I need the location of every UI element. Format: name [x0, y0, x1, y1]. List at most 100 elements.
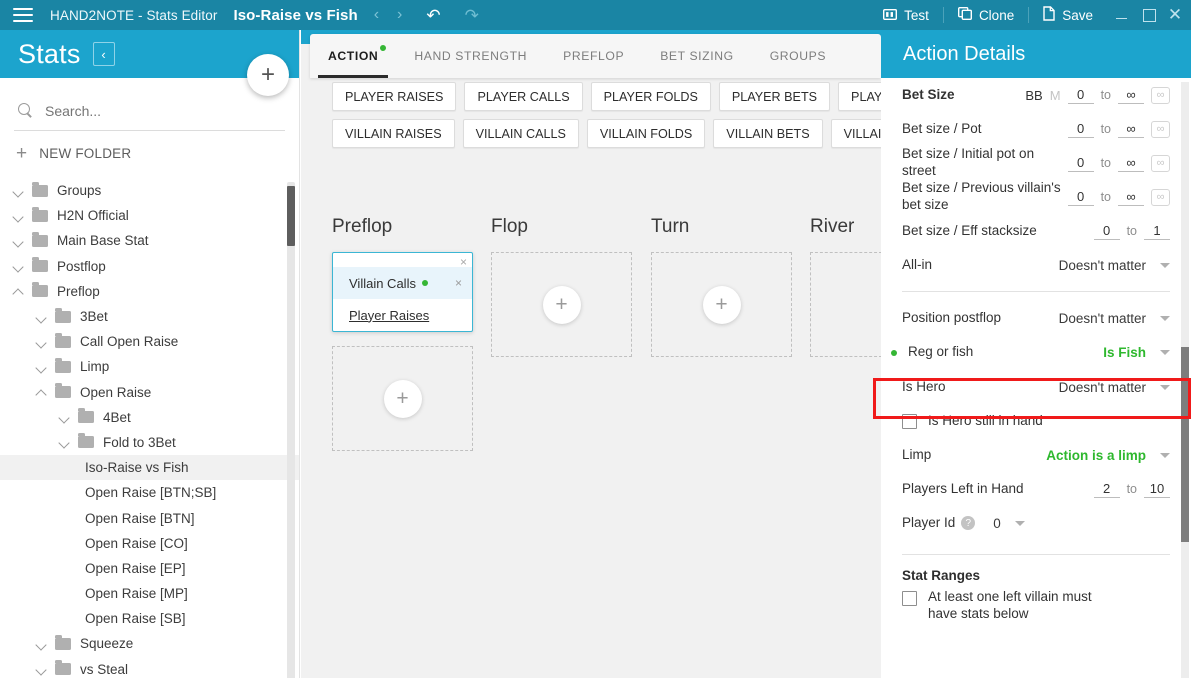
- action-item-villain-calls[interactable]: Villain Calls ×: [333, 267, 472, 299]
- tab-action[interactable]: ACTION: [310, 34, 396, 78]
- action-button-villain-folds[interactable]: VILLAIN FOLDS: [586, 119, 706, 148]
- remove-action-icon[interactable]: ×: [455, 276, 462, 290]
- chevron-down-icon[interactable]: [12, 184, 26, 198]
- nav-forward-icon[interactable]: ›: [397, 7, 402, 23]
- river-dropzone[interactable]: [810, 252, 881, 357]
- select-value[interactable]: Doesn't matter: [1059, 311, 1146, 326]
- chevron-down-icon[interactable]: [12, 209, 26, 223]
- new-folder-button[interactable]: + NEW FOLDER: [0, 137, 299, 169]
- range-min-input[interactable]: 2: [1093, 481, 1120, 498]
- select-value[interactable]: Doesn't matter: [1059, 380, 1146, 395]
- range-min-input[interactable]: 0: [1067, 189, 1094, 206]
- tree-item-postflop[interactable]: Postflop: [0, 254, 299, 279]
- range-max-input[interactable]: ∞: [1118, 155, 1144, 172]
- add-action-button[interactable]: +: [383, 379, 422, 418]
- tree-item-open-raise[interactable]: Open Raise: [0, 380, 299, 405]
- chevron-down-icon[interactable]: [1014, 520, 1025, 526]
- range-max-input[interactable]: ∞: [1118, 87, 1144, 104]
- range-max-input[interactable]: ∞: [1118, 189, 1144, 206]
- chevron-down-icon[interactable]: [1160, 384, 1170, 390]
- chevron-down-icon[interactable]: [58, 435, 72, 449]
- tree-item-main-base-stat[interactable]: Main Base Stat: [0, 228, 299, 253]
- infinity-toggle-button[interactable]: ∞: [1151, 154, 1170, 172]
- select-value[interactable]: Is Fish: [1103, 345, 1146, 360]
- search-input[interactable]: [45, 102, 245, 119]
- tree-item-groups[interactable]: Groups: [0, 178, 299, 203]
- action-item-player-raises[interactable]: Player Raises: [333, 299, 472, 331]
- range-min-input[interactable]: 0: [1067, 121, 1094, 138]
- tree-item-4bet[interactable]: 4Bet: [0, 405, 299, 430]
- window-minimize-button[interactable]: [1107, 0, 1135, 30]
- chevron-down-icon[interactable]: [1160, 452, 1170, 458]
- action-button-villain-calls[interactable]: VILLAIN CALLS: [462, 119, 579, 148]
- chevron-down-icon[interactable]: [1160, 315, 1170, 321]
- range-max-input[interactable]: ∞: [1118, 121, 1144, 138]
- chevron-down-icon[interactable]: [35, 662, 49, 676]
- infinity-toggle-button[interactable]: ∞: [1151, 120, 1170, 138]
- chevron-down-icon[interactable]: [12, 259, 26, 273]
- action-button-villain-raises[interactable]: VILLAIN RAISES: [332, 119, 455, 148]
- tree-item-squeeze[interactable]: Squeeze: [0, 631, 299, 656]
- scrollbar-thumb[interactable]: [1181, 347, 1189, 542]
- tree-item-3bet[interactable]: 3Bet: [0, 304, 299, 329]
- range-min-input[interactable]: 0: [1093, 223, 1120, 240]
- chevron-up-icon[interactable]: [12, 284, 26, 298]
- undo-icon[interactable]: ↶: [426, 7, 440, 24]
- panel-scrollbar[interactable]: [1181, 82, 1189, 678]
- tree-item-vs-steal[interactable]: vs Steal: [0, 657, 299, 678]
- scrollbar-thumb[interactable]: [287, 186, 295, 246]
- range-max-input[interactable]: 10: [1144, 481, 1170, 498]
- nav-back-icon[interactable]: ‹: [374, 7, 379, 23]
- select-value[interactable]: Action is a limp: [1046, 448, 1146, 463]
- infinity-toggle-button[interactable]: ∞: [1151, 86, 1170, 104]
- checkbox-is-hero-still-in-hand[interactable]: [902, 413, 917, 429]
- range-max-input[interactable]: 1: [1144, 223, 1170, 240]
- tree-item-open-raise-btn[interactable]: Open Raise [BTN]: [0, 505, 299, 530]
- action-button-villain-checks[interactable]: VILLAIN CHECKS: [830, 119, 881, 148]
- tab-hand-strength[interactable]: HAND STRENGTH: [396, 34, 545, 78]
- flop-dropzone[interactable]: +: [491, 252, 632, 357]
- select-value[interactable]: Doesn't matter: [1059, 258, 1146, 273]
- tree-item-preflop[interactable]: Preflop: [0, 279, 299, 304]
- action-button-villain-bets[interactable]: VILLAIN BETS: [713, 119, 823, 148]
- sidebar-collapse-button[interactable]: ‹: [92, 42, 115, 66]
- chevron-down-icon[interactable]: [35, 360, 49, 374]
- tree-item-limp[interactable]: Limp: [0, 354, 299, 379]
- chevron-down-icon[interactable]: [58, 410, 72, 424]
- tree-item-open-raise-sb[interactable]: Open Raise [SB]: [0, 606, 299, 631]
- action-button-player-folds[interactable]: PLAYER FOLDS: [590, 82, 711, 111]
- redo-icon[interactable]: ↷: [465, 7, 479, 24]
- clone-button[interactable]: Clone: [944, 0, 1028, 30]
- action-button-player-bets[interactable]: PLAYER BETS: [718, 82, 831, 111]
- chevron-down-icon[interactable]: [35, 335, 49, 349]
- window-close-button[interactable]: ✕: [1163, 0, 1191, 30]
- action-button-player-calls[interactable]: PLAYER CALLS: [464, 82, 583, 111]
- action-button-player-raises[interactable]: PLAYER RAISES: [332, 82, 457, 111]
- tree-item-call-open-raise[interactable]: Call Open Raise: [0, 329, 299, 354]
- checkbox-at-least-one-left-villain[interactable]: [902, 591, 917, 606]
- unit-toggle-bb[interactable]: BB: [1025, 88, 1042, 103]
- chevron-down-icon[interactable]: [1160, 262, 1170, 268]
- sidebar-scrollbar[interactable]: [287, 182, 295, 678]
- tree-item-open-raise-btn-sb[interactable]: Open Raise [BTN;SB]: [0, 480, 299, 505]
- action-button-player-checks[interactable]: PLAYER CHECKS: [838, 82, 881, 111]
- tab-groups[interactable]: GROUPS: [752, 34, 844, 78]
- chevron-down-icon[interactable]: [1160, 350, 1170, 355]
- chevron-down-icon[interactable]: [12, 234, 26, 248]
- tab-bet-sizing[interactable]: BET SIZING: [642, 34, 752, 78]
- infinity-toggle-button[interactable]: ∞: [1151, 188, 1170, 206]
- close-icon[interactable]: ×: [460, 255, 467, 269]
- range-min-input[interactable]: 0: [1067, 155, 1094, 172]
- chevron-down-icon[interactable]: [35, 637, 49, 651]
- scrollbar-track[interactable]: [287, 182, 295, 678]
- add-action-button[interactable]: +: [542, 285, 581, 324]
- add-action-button[interactable]: +: [702, 285, 741, 324]
- range-min-input[interactable]: 0: [1067, 87, 1094, 104]
- tree-item-fold-to-3bet[interactable]: Fold to 3Bet: [0, 430, 299, 455]
- add-stat-button[interactable]: +: [247, 54, 289, 96]
- test-button[interactable]: Test: [869, 0, 943, 30]
- help-icon[interactable]: ?: [961, 516, 976, 530]
- chevron-up-icon[interactable]: [35, 385, 49, 399]
- window-maximize-button[interactable]: [1135, 0, 1163, 30]
- tree-item-open-raise-ep[interactable]: Open Raise [EP]: [0, 556, 299, 581]
